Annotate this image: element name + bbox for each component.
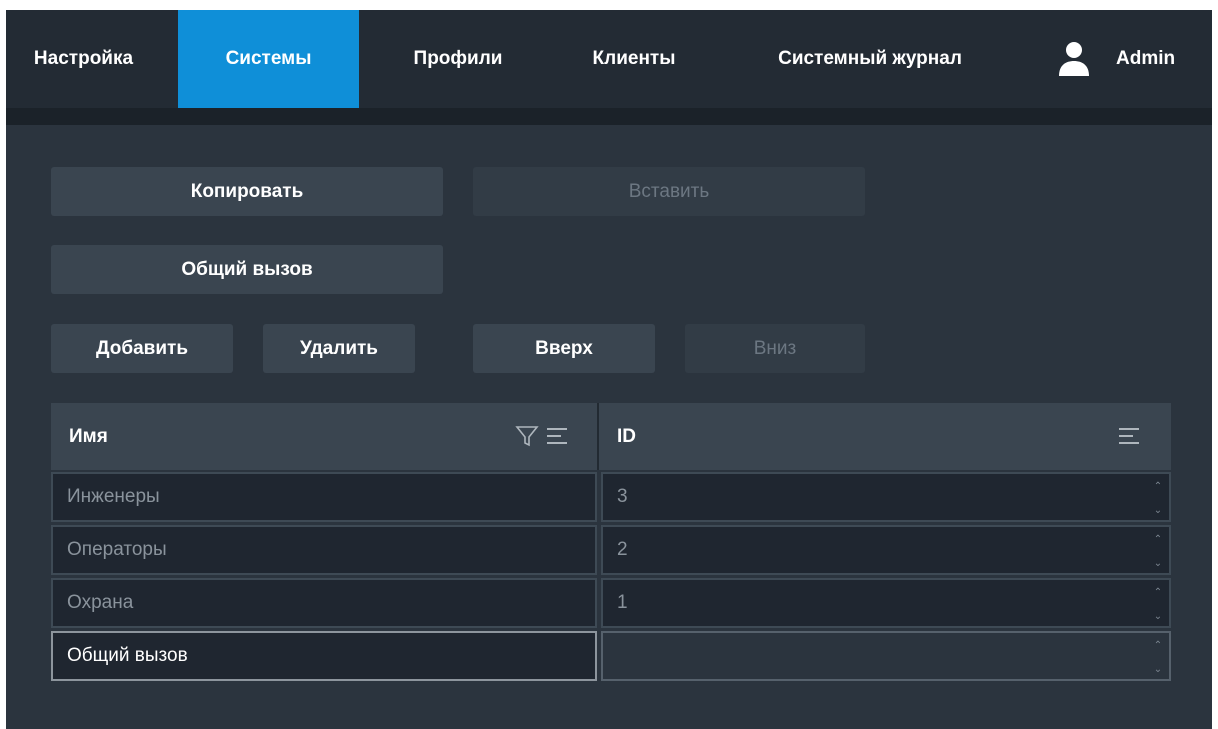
- user-name: Admin: [1116, 48, 1176, 69]
- table-row[interactable]: Операторы 2 ⌃ ⌄: [51, 525, 1171, 577]
- table-row[interactable]: Инженеры 3 ⌃ ⌄: [51, 472, 1171, 524]
- tab-system-log[interactable]: Системный журнал: [742, 10, 998, 108]
- id-spinner[interactable]: ⌃ ⌄: [1153, 482, 1163, 516]
- spin-down-icon[interactable]: ⌄: [1154, 612, 1162, 622]
- add-button[interactable]: Добавить: [51, 324, 233, 373]
- move-up-button[interactable]: Вверх: [473, 324, 655, 373]
- id-column-tools: [1115, 423, 1143, 449]
- user-menu[interactable]: Admin: [1042, 10, 1212, 108]
- table-header: Имя ID: [51, 403, 1171, 470]
- spin-up-icon[interactable]: ⌃: [1154, 535, 1162, 545]
- id-value: 2: [617, 539, 628, 560]
- name-cell[interactable]: Охрана: [51, 578, 597, 628]
- table-row[interactable]: Общий вызов ⌃ ⌄: [51, 631, 1171, 683]
- tab-systems[interactable]: Системы: [178, 10, 359, 108]
- tab-profiles[interactable]: Профили: [386, 10, 530, 108]
- nav-separator: [6, 108, 1212, 125]
- id-cell[interactable]: 2 ⌃ ⌄: [601, 525, 1171, 575]
- systems-table: Имя ID Инженеры 3 ⌃ ⌄ Операторы 2 ⌃ ⌄ Ох…: [51, 403, 1171, 684]
- name-column-tools: [515, 423, 571, 449]
- spin-down-icon[interactable]: ⌄: [1154, 559, 1162, 569]
- name-cell[interactable]: Операторы: [51, 525, 597, 575]
- spin-up-icon[interactable]: ⌃: [1154, 482, 1162, 492]
- id-value: 3: [617, 486, 628, 507]
- id-spinner[interactable]: ⌃ ⌄: [1153, 641, 1163, 675]
- filter-icon[interactable]: [515, 424, 539, 448]
- sort-icon[interactable]: [1115, 424, 1143, 448]
- id-cell[interactable]: 3 ⌃ ⌄: [601, 472, 1171, 522]
- column-header-id[interactable]: ID: [617, 403, 636, 470]
- id-cell[interactable]: 1 ⌃ ⌄: [601, 578, 1171, 628]
- spin-up-icon[interactable]: ⌃: [1154, 588, 1162, 598]
- move-down-button[interactable]: Вниз: [685, 324, 865, 373]
- tab-settings[interactable]: Настройка: [6, 10, 161, 108]
- table-row[interactable]: Охрана 1 ⌃ ⌄: [51, 578, 1171, 630]
- spin-down-icon[interactable]: ⌄: [1154, 665, 1162, 675]
- id-value: 1: [617, 592, 628, 613]
- top-navigation: Настройка Системы Профили Клиенты Систем…: [6, 10, 1212, 108]
- spin-up-icon[interactable]: ⌃: [1154, 641, 1162, 651]
- tab-clients[interactable]: Клиенты: [559, 10, 709, 108]
- general-call-button[interactable]: Общий вызов: [51, 245, 443, 294]
- id-spinner[interactable]: ⌃ ⌄: [1153, 588, 1163, 622]
- name-cell[interactable]: Общий вызов: [51, 631, 597, 681]
- app-window: Настройка Системы Профили Клиенты Систем…: [6, 10, 1212, 729]
- column-header-name[interactable]: Имя: [69, 403, 108, 470]
- id-spinner[interactable]: ⌃ ⌄: [1153, 535, 1163, 569]
- sort-icon[interactable]: [543, 424, 571, 448]
- id-cell[interactable]: ⌃ ⌄: [601, 631, 1171, 681]
- spin-down-icon[interactable]: ⌄: [1154, 506, 1162, 516]
- user-icon: [1059, 42, 1089, 76]
- copy-button[interactable]: Копировать: [51, 167, 443, 216]
- paste-button[interactable]: Вставить: [473, 167, 865, 216]
- delete-button[interactable]: Удалить: [263, 324, 415, 373]
- name-cell[interactable]: Инженеры: [51, 472, 597, 522]
- column-divider[interactable]: [597, 403, 599, 470]
